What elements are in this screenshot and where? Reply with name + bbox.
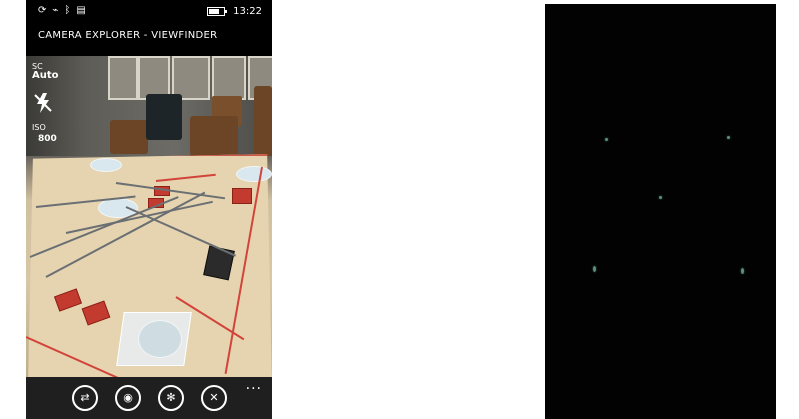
light-glint [727, 136, 730, 139]
gear-icon: ✻ [166, 391, 176, 404]
app-title: CAMERA EXPLORER - VIEWFINDER [38, 30, 218, 41]
chair [254, 86, 272, 156]
more-menu-button[interactable]: ... [246, 377, 262, 393]
status-icons: ⟳ ⌁ ᛒ ▤ [38, 6, 86, 16]
settings-button[interactable]: ✻ [158, 385, 184, 411]
battery-icon [207, 7, 228, 16]
chair [190, 116, 238, 156]
light-glint [659, 196, 662, 199]
light-glint [593, 266, 596, 272]
light-glint [741, 268, 744, 274]
chair [110, 120, 148, 154]
iso-value[interactable]: 800 [38, 134, 57, 144]
red-block [232, 188, 252, 204]
status-right: 13:22 [207, 6, 262, 17]
signal-off-icon: ⌁ [52, 5, 59, 16]
close-button[interactable]: ✕ [201, 385, 227, 411]
light-glint [605, 138, 608, 141]
pad [90, 158, 122, 172]
office-chair [146, 94, 182, 140]
message-icon: ▤ [76, 5, 86, 16]
clock: 13:22 [233, 6, 262, 17]
viewfinder[interactable]: SC Auto [26, 56, 272, 377]
close-icon: ✕ [209, 391, 219, 404]
dark-viewfinder[interactable] [545, 4, 776, 419]
pad [138, 320, 182, 358]
switch-camera-button[interactable]: ⇄ [72, 385, 98, 411]
iso-label: ISO [32, 123, 46, 132]
status-bar: ⟳ ⌁ ᛒ ▤ 13:22 [26, 0, 272, 26]
camera-phone-screen: ⟳ ⌁ ᛒ ▤ 13:22 CAMERA EXPLORER - VIEWFIND… [26, 0, 272, 419]
bookshelf [108, 56, 138, 100]
app-bar: ⇄ ◉ ✻ ✕ ... [26, 377, 272, 419]
bluetooth-icon: ᛒ [64, 5, 71, 16]
bookshelf [212, 56, 246, 100]
scene-value[interactable]: Auto [32, 70, 59, 81]
camera-switch-icon: ⇄ [80, 391, 90, 404]
flash-off-icon[interactable] [34, 93, 52, 113]
camera-icon: ◉ [123, 391, 133, 404]
capture-button[interactable]: ◉ [115, 385, 141, 411]
sync-icon: ⟳ [38, 5, 47, 16]
pad [236, 166, 272, 182]
